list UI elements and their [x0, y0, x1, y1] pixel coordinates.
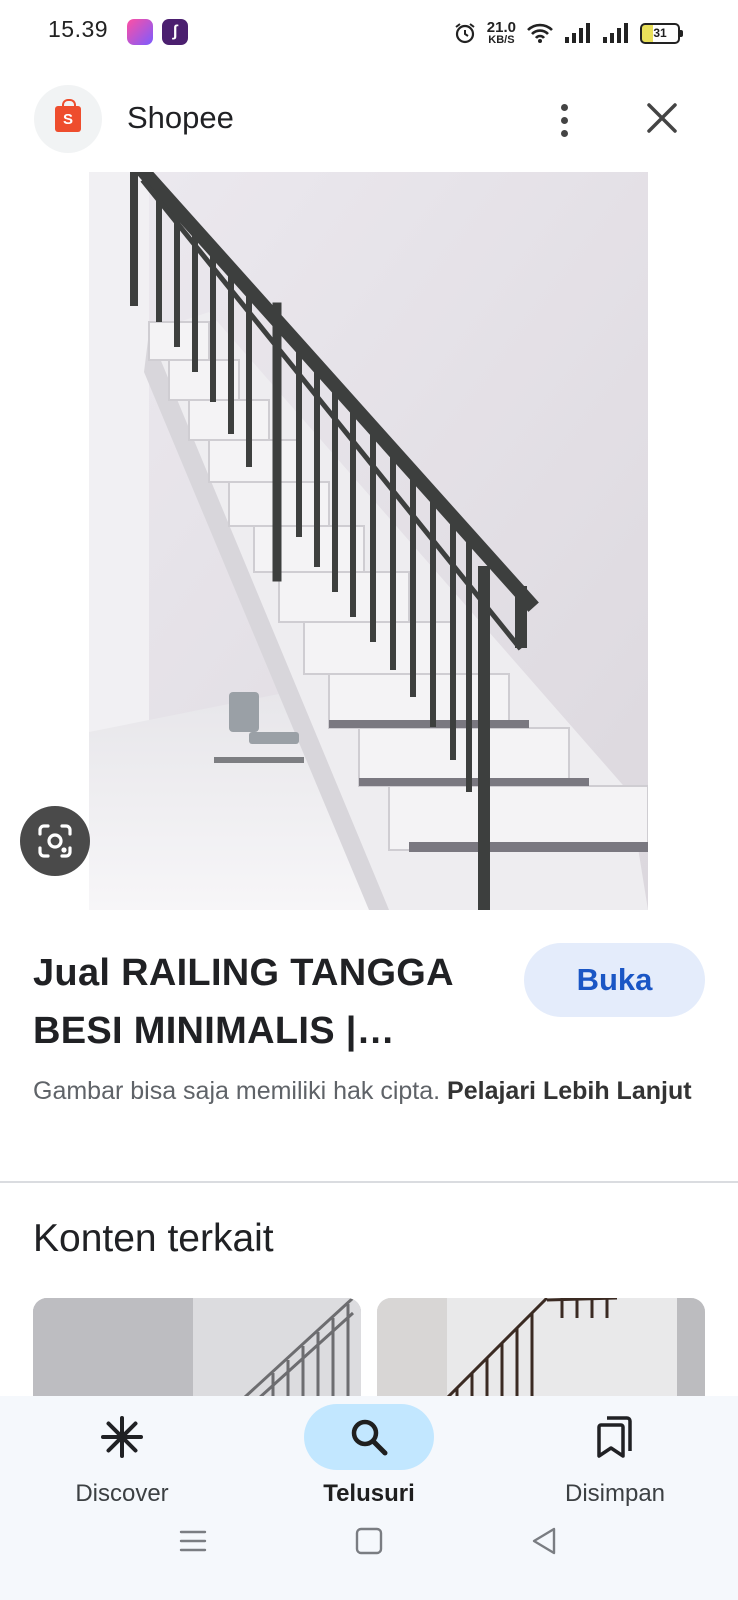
back-icon[interactable]: [528, 1526, 562, 1556]
nav-label: Discover: [75, 1480, 169, 1507]
more-options-button[interactable]: [544, 98, 584, 142]
related-thumbnail[interactable]: [377, 1298, 705, 1408]
alarm-icon: [455, 23, 475, 44]
nav-saved[interactable]: Disimpan: [515, 1396, 715, 1521]
net-speed-unit: KB/S: [488, 34, 515, 46]
shopee-bag-icon: S: [55, 99, 81, 132]
related-image: [377, 1298, 705, 1408]
dot: [560, 129, 568, 137]
discover-icon-holder: [57, 1404, 187, 1470]
search-icon-holder: [304, 1404, 434, 1470]
recent-apps-icon[interactable]: [176, 1526, 210, 1556]
lens-icon: [38, 824, 72, 858]
bottom-navigation: Discover Telusuri Disimpan: [0, 1396, 738, 1600]
discover-asterisk-icon: [101, 1416, 143, 1458]
divider: [0, 1181, 738, 1183]
battery-icon: 31: [640, 22, 683, 44]
header: S Shopee: [0, 80, 738, 158]
signal-icon-2: [603, 23, 628, 43]
home-icon[interactable]: [352, 1526, 386, 1556]
nav-label: Telusuri: [323, 1480, 415, 1507]
status-icons: 21.0 KB/S 31: [453, 18, 683, 48]
related-thumbnail[interactable]: [33, 1298, 361, 1408]
source-app-icon: S: [34, 85, 102, 153]
net-speed-value: 21.0: [486, 19, 516, 36]
nav-discover[interactable]: Discover: [22, 1396, 222, 1521]
system-navigation-bar: [0, 1512, 738, 1572]
result-image[interactable]: [89, 172, 648, 910]
dot: [560, 103, 568, 111]
staircase-railing-photo: [89, 172, 648, 910]
status-bar: 15.39 ʃ 21.0 KB/S 31: [0, 0, 738, 66]
status-time: 15.39: [48, 16, 109, 42]
saved-icon-holder: [550, 1404, 680, 1470]
close-icon[interactable]: [640, 96, 684, 140]
lens-search-button[interactable]: [20, 806, 90, 876]
source-title: Shopee: [127, 100, 234, 135]
wifi-icon: [527, 23, 553, 43]
net-speed: 21.0 KB/S: [486, 19, 516, 46]
result-title: Jual RAILING TANGGA BESI MINIMALIS |…: [33, 952, 453, 1052]
copyright-text: Gambar bisa saja memiliki hak cipta.: [33, 1077, 441, 1105]
dot: [560, 116, 568, 124]
saved-bookmarks-icon: [597, 1416, 632, 1458]
related-heading: Konten terkait: [33, 1217, 274, 1260]
nav-label: Disimpan: [564, 1480, 666, 1507]
notification-app-icon: [127, 19, 153, 45]
open-button[interactable]: Buka: [524, 943, 705, 1017]
nav-search[interactable]: Telusuri: [269, 1396, 469, 1521]
notification-app-icon-2: ʃ: [162, 19, 188, 45]
learn-more-link[interactable]: Pelajari Lebih Lanjut: [447, 1077, 692, 1105]
signal-icon-1: [565, 23, 590, 43]
copyright-notice: Gambar bisa saja memiliki hak cipta. Pel…: [33, 1073, 693, 1110]
related-image: [33, 1298, 361, 1408]
search-icon: [351, 1419, 388, 1456]
